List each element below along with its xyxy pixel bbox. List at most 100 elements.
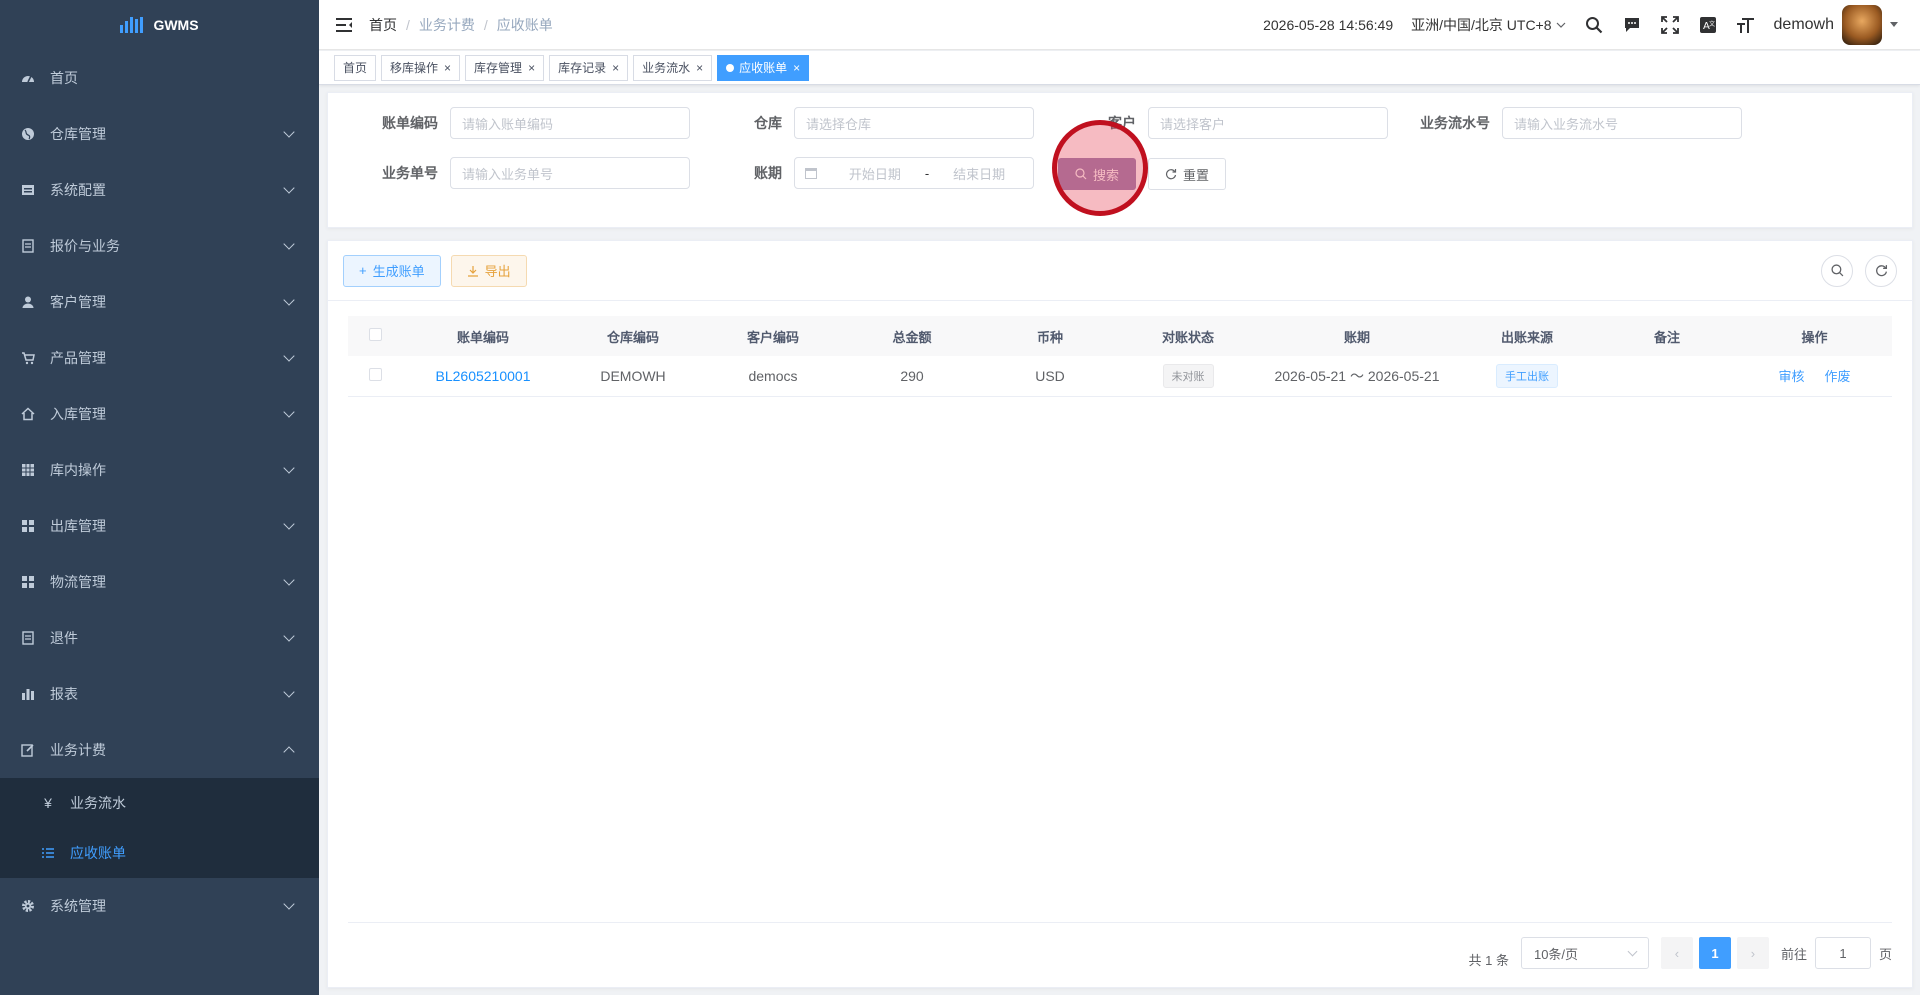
row-checkbox[interactable] (369, 367, 382, 381)
search-icon (1830, 264, 1843, 277)
grid-icon (20, 574, 36, 590)
sidebar-item-customer[interactable]: 客户管理 (0, 274, 319, 330)
search-icon[interactable] (1584, 15, 1604, 35)
sidebar-item-system-config[interactable]: 系统配置 (0, 162, 319, 218)
chevron-down-icon (283, 630, 295, 642)
toggle-search-button[interactable] (1821, 254, 1853, 287)
sidebar-item-billing[interactable]: 业务计费 (0, 722, 319, 778)
total-cell: 290 (843, 356, 981, 397)
customer-field: 客户 请选择客户 (1056, 107, 1388, 139)
period-cell: 2026-05-21 ～ 2026-05-21 (1257, 356, 1457, 397)
column-header: 对账状态 (1161, 329, 1214, 345)
breadcrumb-home[interactable]: 首页 (369, 15, 397, 35)
warehouse-code-cell: DEMOWH (563, 356, 703, 397)
flow-no-input[interactable]: 请输入业务流水号 (1502, 107, 1742, 139)
tag-inventory-record[interactable]: 库存记录 × (549, 54, 629, 81)
tag-home[interactable]: 首页 (334, 54, 377, 81)
column-header: 总金额 (892, 329, 932, 345)
sidebar-toggle-icon[interactable] (319, 0, 369, 50)
font-size-icon[interactable] (1736, 15, 1756, 35)
sidebar-item-logistics[interactable]: 物流管理 (0, 554, 319, 610)
tag-move-op[interactable]: 移库操作 × (381, 54, 461, 81)
list-icon (40, 846, 56, 860)
chevron-down-icon (283, 518, 295, 530)
prev-page-button[interactable]: ‹ (1660, 937, 1693, 969)
goto-page-input[interactable]: 1 (1814, 937, 1871, 969)
chevron-down-icon (283, 574, 295, 586)
sidebar-item-inventory-ops[interactable]: 库内操作 (0, 442, 319, 498)
sidebar-item-receivable-bill[interactable]: 应收账单 (0, 828, 319, 878)
column-header: 币种 (1036, 329, 1063, 345)
sidebar-item-home[interactable]: 首页 (0, 50, 319, 106)
plus-icon: + (359, 263, 367, 278)
table-header-row: 账单编码 仓库编码 客户编码 总金额 币种 对账状态 账期 出账来源 备注 操作 (348, 316, 1892, 356)
sidebar-item-reports[interactable]: 报表 (0, 666, 319, 722)
bill-code-link[interactable]: BL2605210001 (436, 368, 531, 384)
search-button[interactable]: 搜索 (1058, 158, 1136, 190)
sidebar-item-inbound[interactable]: 入库管理 (0, 386, 319, 442)
start-date-input[interactable]: 开始日期 (831, 164, 919, 183)
message-icon[interactable] (1622, 15, 1642, 35)
refresh-button[interactable] (1865, 254, 1897, 287)
sidebar-item-outbound[interactable]: 出库管理 (0, 498, 319, 554)
void-button[interactable]: 作废 (1824, 369, 1850, 384)
tag-inventory[interactable]: 库存管理 × (465, 54, 545, 81)
warehouse-field: 仓库 请选择仓库 (702, 107, 1034, 139)
warehouse-select[interactable]: 请选择仓库 (794, 107, 1034, 139)
sidebar-item-business-flow[interactable]: ¥ 业务流水 (0, 778, 319, 828)
breadcrumb-current: 应收账单 (496, 16, 553, 33)
close-icon[interactable]: × (793, 61, 800, 75)
navbar-right: 2026-05-28 14:56:49 亚洲/中国/北京 UTC+8 A文 de… (1263, 4, 1920, 45)
table-tools (1821, 254, 1897, 287)
flow-no-field: 业务流水号 请输入业务流水号 (1410, 107, 1742, 139)
close-icon[interactable]: × (444, 61, 451, 75)
timezone-select[interactable]: 亚洲/中国/北京 UTC+8 (1411, 15, 1565, 35)
bill-code-input[interactable]: 请输入账单编码 (450, 107, 690, 139)
app-name: GWMS (153, 17, 199, 33)
generate-bill-button[interactable]: + 生成账单 (343, 254, 441, 287)
approve-button[interactable]: 审核 (1779, 369, 1805, 384)
billing-submenu: ¥ 业务流水 应收账单 (0, 778, 319, 878)
currency-cell: USD (981, 356, 1119, 397)
dashboard-icon (20, 70, 36, 86)
globe-icon (20, 126, 36, 142)
page-number-current[interactable]: 1 (1698, 937, 1731, 969)
sidebar-item-product[interactable]: 产品管理 (0, 330, 319, 386)
reset-button[interactable]: 重置 (1148, 158, 1226, 190)
status-badge: 未对账 (1162, 363, 1214, 388)
app-logo[interactable]: GWMS (0, 0, 319, 50)
customer-select[interactable]: 请选择客户 (1148, 107, 1388, 139)
gear-icon (20, 898, 36, 914)
sidebar: GWMS 首页 仓库管理 系统配置 报价与业务 客户管理 产品管理 入库管理 库… (0, 0, 319, 995)
sidebar-item-quote[interactable]: 报价与业务 (0, 218, 319, 274)
export-button[interactable]: 导出 (450, 254, 527, 287)
tags-view: 首页 移库操作 × 库存管理 × 库存记录 × 业务流水 × 应收账单 × (319, 51, 1920, 85)
breadcrumb: 首页 / 业务计费 / 应收账单 (369, 15, 553, 35)
sidebar-item-system-admin[interactable]: 系统管理 (0, 878, 319, 934)
translate-icon[interactable]: A文 (1698, 15, 1718, 35)
select-all-checkbox[interactable] (369, 328, 382, 341)
breadcrumb-billing: 业务计费 (418, 16, 475, 33)
period-field: 账期 开始日期 - 结束日期 (702, 157, 1034, 189)
sidebar-item-returns[interactable]: 退件 (0, 610, 319, 666)
user-menu[interactable]: demowh (1774, 4, 1898, 45)
tag-business-flow[interactable]: 业务流水 × (633, 54, 713, 81)
main-content: 账单编码 请输入账单编码 仓库 请选择仓库 客户 请选择客户 业务流水号 请输入… (319, 86, 1920, 995)
next-page-button[interactable]: › (1736, 937, 1769, 969)
end-date-input[interactable]: 结束日期 (935, 164, 1023, 183)
table-toolbar: + 生成账单 导出 (328, 241, 1912, 301)
chevron-down-icon (283, 350, 295, 362)
refresh-icon (1165, 169, 1177, 180)
biz-no-input[interactable]: 请输入业务单号 (450, 157, 690, 189)
tag-receivable-bill[interactable]: 应收账单 × (717, 54, 810, 81)
period-date-range[interactable]: 开始日期 - 结束日期 (794, 157, 1034, 189)
page-size-select[interactable]: 10条/页 (1520, 937, 1649, 969)
chevron-up-icon (283, 746, 295, 758)
close-icon[interactable]: × (696, 61, 703, 75)
close-icon[interactable]: × (528, 61, 535, 75)
sidebar-item-warehouse[interactable]: 仓库管理 (0, 106, 319, 162)
chevron-down-icon (283, 898, 295, 910)
total-count: 共 1 条 (1468, 953, 1509, 968)
fullscreen-icon[interactable] (1660, 15, 1680, 35)
close-icon[interactable]: × (612, 61, 619, 75)
